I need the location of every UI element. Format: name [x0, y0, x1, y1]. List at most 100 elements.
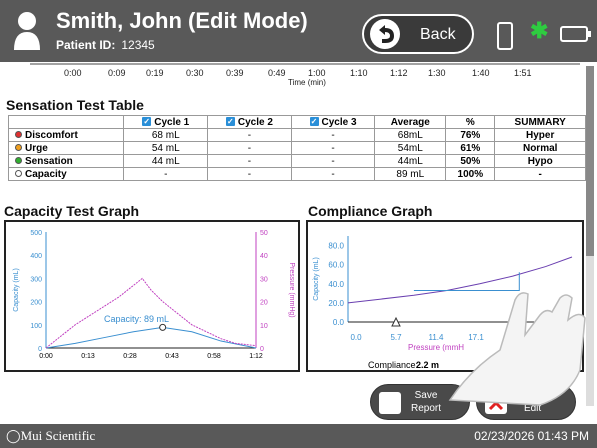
y-tick-label: 300	[30, 276, 42, 283]
bottom-bar: ◯Mui Scientific 02/23/2026 01:43 PM	[0, 424, 597, 448]
table-cell: Hypo	[494, 154, 586, 168]
table-cell: -	[290, 154, 376, 168]
table-cell: -	[494, 167, 586, 181]
status-dot-icon	[15, 170, 22, 178]
patient-name: Smith, John (Edit Mode)	[56, 8, 308, 33]
table-cell: 68 mL	[123, 128, 209, 142]
time-tick: 0:00	[64, 68, 82, 78]
time-tick: 0:30	[186, 68, 204, 78]
table-cell: 44 mL	[123, 154, 209, 168]
time-tick: 1:00	[308, 68, 326, 78]
back-label: Back	[420, 26, 456, 43]
y-tick-label: 40.0	[328, 280, 344, 289]
time-tick: 0:09	[108, 68, 126, 78]
table-header: Average	[374, 115, 447, 129]
table-cell: -	[207, 154, 292, 168]
table-cell: Sensation	[7, 154, 125, 168]
table-cell: Hyper	[494, 128, 586, 142]
bluetooth-icon: ✱	[530, 18, 549, 43]
capacity-graph: 0 100 200 300 400 500 0 10 20 30 40 50 0:00 0:13 0:28 0…	[4, 220, 300, 372]
back-arrow-icon	[370, 19, 400, 49]
table-cell: -	[290, 128, 376, 142]
time-tick: 0:19	[146, 68, 164, 78]
x-tick-label: 0:58	[207, 353, 221, 360]
table-cell: -	[290, 167, 376, 181]
status-dot-icon	[15, 131, 22, 139]
table-row: Urge 54 mL - -54mL 61% Normal	[7, 141, 586, 155]
y2-tick-label: 40	[260, 253, 268, 260]
brand-logo-icon: ◯	[6, 428, 21, 443]
capacity-annotation: Capacity: 89 mL	[104, 314, 169, 324]
time-tick: 1:10	[350, 68, 368, 78]
x-tick-label: 0:28	[123, 353, 137, 360]
user-icon	[14, 12, 40, 50]
x-tick-label: 5.7	[390, 333, 402, 342]
back-button[interactable]: Back	[362, 14, 474, 54]
y-tick-label: 0	[38, 346, 42, 353]
capacity-marker	[159, 323, 167, 331]
sensation-table: ✓ Cycle 1 ✓ Cycle 2 ✓ Cycle 3 Average% SUMMARY …	[7, 115, 586, 181]
table-row: Sensation 44 mL - -44mL 50% Hypo	[7, 154, 586, 168]
battery-icon	[560, 26, 591, 42]
table-header	[7, 115, 125, 129]
y-tick-label: 0.0	[333, 318, 345, 327]
y2-tick-label: 10	[260, 323, 268, 330]
save-icon	[379, 392, 401, 414]
time-tick: 1:30	[428, 68, 446, 78]
top-bar: Smith, John (Edit Mode) Patient ID: 12345…	[0, 0, 597, 62]
time-axis-label: Time (min)	[288, 78, 326, 87]
table-header[interactable]: ✓ Cycle 2	[207, 115, 292, 129]
timeline-axis: 0:00 0:09 0:19 0:30 0:39 0:49 1:00 1:10 1:12 1:30…	[0, 62, 588, 96]
capacity-graph-title: Capacity Test Graph	[4, 203, 140, 219]
table-cell: 61%	[445, 141, 496, 155]
y2-tick-label: 50	[260, 230, 268, 237]
table-cell: 89 mL	[374, 167, 447, 181]
status-dot-icon	[15, 144, 22, 152]
datetime: 02/23/2026 01:43 PM	[474, 429, 589, 443]
usb-icon	[497, 22, 513, 50]
checkbox-icon: ✓	[225, 117, 235, 127]
y2-axis-label: Pressure (mmHg)	[288, 262, 295, 317]
table-header[interactable]: ✓ Cycle 3	[290, 115, 376, 129]
y2-tick-label: 20	[260, 300, 268, 307]
table-cell: Discomfort	[7, 128, 125, 142]
y-axis-label: Capacity (mL)	[13, 268, 20, 312]
table-row: Capacity - - -89 mL 100% -	[7, 167, 586, 181]
table-cell: Urge	[7, 141, 125, 155]
table-cell: 54 mL	[123, 141, 209, 155]
y-tick-label: 60.0	[328, 261, 344, 270]
y-tick-label: 500	[30, 230, 42, 237]
x-tick-label: 0:43	[165, 353, 179, 360]
status-dot-icon	[15, 157, 22, 165]
y2-tick-label: 0	[260, 346, 264, 353]
table-row: Discomfort 68 mL - -68mL 76% Hyper	[7, 128, 586, 142]
time-tick: 0:49	[268, 68, 286, 78]
compliance-value: 2.2 m	[416, 360, 439, 370]
y-tick-label: 100	[30, 323, 42, 330]
table-header[interactable]: ✓ Cycle 1	[123, 115, 209, 129]
time-tick: 1:51	[514, 68, 532, 78]
y2-tick-label: 30	[260, 276, 268, 283]
brand-label: ◯Mui Scientific	[6, 428, 96, 443]
table-header: SUMMARY	[494, 115, 586, 129]
y-tick-label: 400	[30, 253, 42, 260]
patient-id: Patient ID: 12345	[56, 38, 155, 52]
table-cell: 100%	[445, 167, 496, 181]
table-cell: 76%	[445, 128, 496, 142]
y-tick-label: 20.0	[328, 299, 344, 308]
checkbox-icon: ✓	[309, 117, 319, 127]
x-tick-label: 0:00	[39, 353, 53, 360]
table-cell: -	[207, 141, 292, 155]
y-tick-label: 80.0	[328, 242, 344, 251]
table-cell: 44mL	[374, 154, 447, 168]
x-tick-label: 0:13	[81, 353, 95, 360]
compliance-label: Compliance:	[368, 360, 418, 370]
capacity-chart: 0 100 200 300 400 500 0 10 20 30 40 50 0:00 0:13 0:28 0…	[13, 230, 295, 360]
y-tick-label: 200	[30, 300, 42, 307]
table-cell: Normal	[494, 141, 586, 155]
sensation-table-title: Sensation Test Table	[6, 97, 144, 113]
x-tick-label: 0.0	[350, 333, 362, 342]
table-cell: -	[123, 167, 209, 181]
table-cell: -	[207, 128, 292, 142]
scrollbar-thumb[interactable]	[586, 66, 594, 256]
